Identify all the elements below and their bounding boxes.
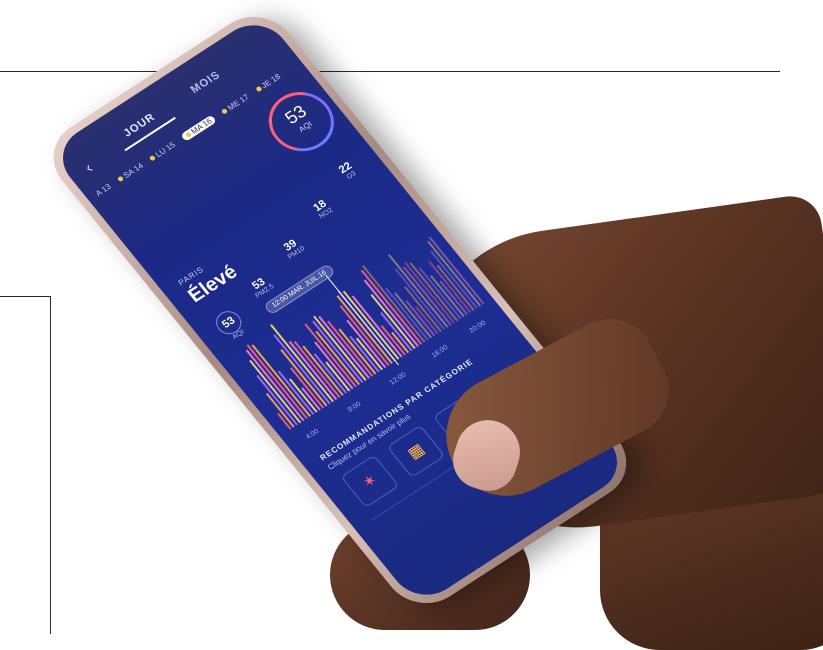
- frame-line-top: [0, 71, 780, 72]
- running-icon: ✶: [359, 471, 382, 493]
- chart-bar: [436, 264, 475, 311]
- level-dot-icon: [254, 85, 263, 93]
- day-label: A 13: [93, 182, 113, 198]
- day-label: MA 16: [189, 116, 214, 136]
- frame-line-left-vertical: [50, 296, 51, 634]
- chart-bar: [393, 292, 433, 339]
- tab-mois[interactable]: MOIS: [188, 69, 223, 96]
- pollutant-item[interactable]: 39 PM10: [279, 236, 307, 261]
- pollutant-item[interactable]: 53 PM2.5: [247, 274, 276, 300]
- level-dot-icon: [116, 175, 125, 183]
- chart-bar: [304, 323, 357, 388]
- day-item[interactable]: A 13: [94, 182, 113, 198]
- day-label: ME 17: [225, 92, 251, 113]
- pollutant-item[interactable]: 22 O3: [337, 160, 359, 182]
- reco-sport-button[interactable]: ✶: [340, 454, 400, 508]
- day-item-active[interactable]: MA 16: [179, 114, 218, 142]
- chart-bar: [313, 353, 348, 394]
- day-item[interactable]: JE 18: [254, 72, 283, 94]
- frame-line-left-horizontal: [0, 296, 50, 297]
- chart-bar: [289, 367, 325, 409]
- day-label: LU 15: [153, 140, 178, 160]
- chart-bar: [301, 387, 321, 411]
- day-item[interactable]: SA 14: [116, 161, 145, 183]
- day-label: JE 18: [259, 72, 283, 91]
- day-item[interactable]: LU 15: [148, 140, 177, 162]
- pollutant-item[interactable]: 18 NO2: [310, 197, 334, 220]
- reco-outdoor-button[interactable]: ▦: [386, 424, 446, 478]
- aqi-gauge: 53 AQI: [255, 80, 347, 163]
- level-dot-icon: [184, 131, 192, 139]
- chart-bar: [429, 250, 478, 309]
- chart-bar: [427, 240, 482, 307]
- window-icon: ▦: [404, 440, 429, 463]
- chart-bar: [338, 328, 377, 375]
- back-arrow-icon[interactable]: ‹: [82, 160, 98, 177]
- tab-jour[interactable]: JOUR: [121, 111, 158, 139]
- day-label: SA 14: [121, 161, 146, 180]
- day-item[interactable]: ME 17: [220, 93, 251, 116]
